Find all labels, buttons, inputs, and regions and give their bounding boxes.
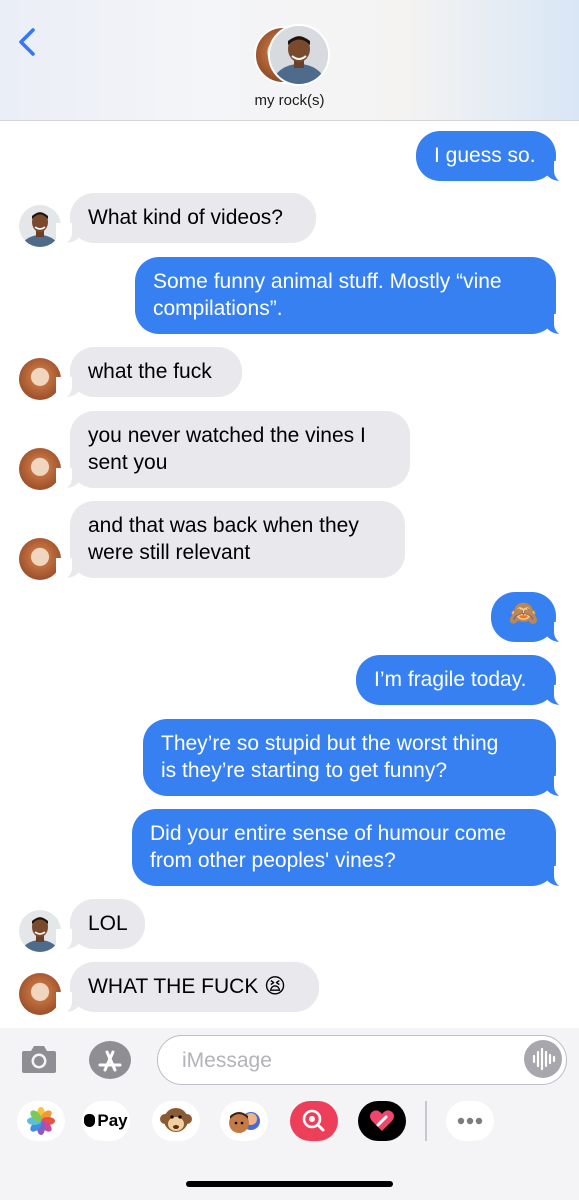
digital-touch-icon (370, 1110, 394, 1131)
images-search-icon (302, 1109, 325, 1132)
message-bubble-received[interactable]: you never watched the vines I sent you (56, 411, 410, 490)
message-bubble-received[interactable]: and that was back when they were still r… (56, 501, 405, 580)
message-bubble-sent[interactable]: I’m fragile today. (356, 655, 570, 707)
message-bubble-sent[interactable]: Some funny animal stuff. Mostly “vine co… (135, 257, 570, 336)
message-bubble-received[interactable]: LOL (56, 899, 145, 951)
message-bubble-sent[interactable]: Did your entire sense of humour come fro… (132, 809, 570, 888)
message-input[interactable] (180, 1045, 504, 1077)
sender-avatar-woman[interactable] (19, 538, 61, 580)
memoji-stickers-icon (229, 1112, 260, 1133)
app-store-button[interactable] (88, 1040, 132, 1080)
back-button[interactable] (14, 26, 42, 58)
sender-avatar-man[interactable] (19, 205, 61, 247)
images-search-button[interactable] (290, 1101, 338, 1141)
group-avatar[interactable] (252, 24, 330, 86)
apple-logo-icon (84, 1114, 96, 1127)
apple-pay-label: Pay (97, 1111, 128, 1130)
app-store-icon (89, 1041, 131, 1079)
camera-button[interactable] (20, 1042, 58, 1076)
more-apps-icon (457, 1117, 483, 1125)
digital-touch-button[interactable] (358, 1101, 406, 1141)
message-field[interactable] (157, 1035, 567, 1085)
sender-avatar-woman[interactable] (19, 973, 61, 1015)
message-bubble-received[interactable]: What kind of videos? (56, 193, 316, 245)
waveform-icon (532, 1047, 556, 1071)
contact-name[interactable]: my rock(s) (0, 92, 579, 109)
sender-avatar-woman[interactable] (19, 448, 61, 490)
sender-avatar-woman[interactable] (19, 358, 61, 400)
chevron-left-icon (19, 28, 35, 56)
message-bubble-sent[interactable]: I guess so. (416, 131, 570, 183)
apple-pay-button[interactable]: Pay (82, 1101, 130, 1141)
camera-icon (22, 1046, 56, 1073)
contact-avatar-man (268, 24, 330, 86)
message-bubble-received[interactable]: WHAT THE FUCK 😫 (56, 962, 319, 1014)
message-bubble-sent-emoji[interactable]: 🙈 (491, 592, 570, 644)
sender-avatar-man[interactable] (19, 910, 61, 952)
conversation-header: my rock(s) (0, 0, 579, 121)
more-apps-button[interactable] (446, 1101, 494, 1141)
home-indicator[interactable] (186, 1181, 393, 1187)
animoji-monkey-icon (160, 1108, 192, 1132)
photos-app-icon (27, 1107, 55, 1135)
app-drawer-divider (425, 1101, 427, 1141)
message-bubble-received[interactable]: what the fuck (56, 347, 242, 399)
animoji-button[interactable] (152, 1101, 200, 1141)
message-bubble-sent[interactable]: They’re so stupid but the worst thing is… (143, 719, 570, 798)
memoji-stickers-button[interactable] (220, 1101, 268, 1141)
photos-app-button[interactable] (17, 1101, 65, 1141)
audio-message-button[interactable] (524, 1040, 562, 1078)
